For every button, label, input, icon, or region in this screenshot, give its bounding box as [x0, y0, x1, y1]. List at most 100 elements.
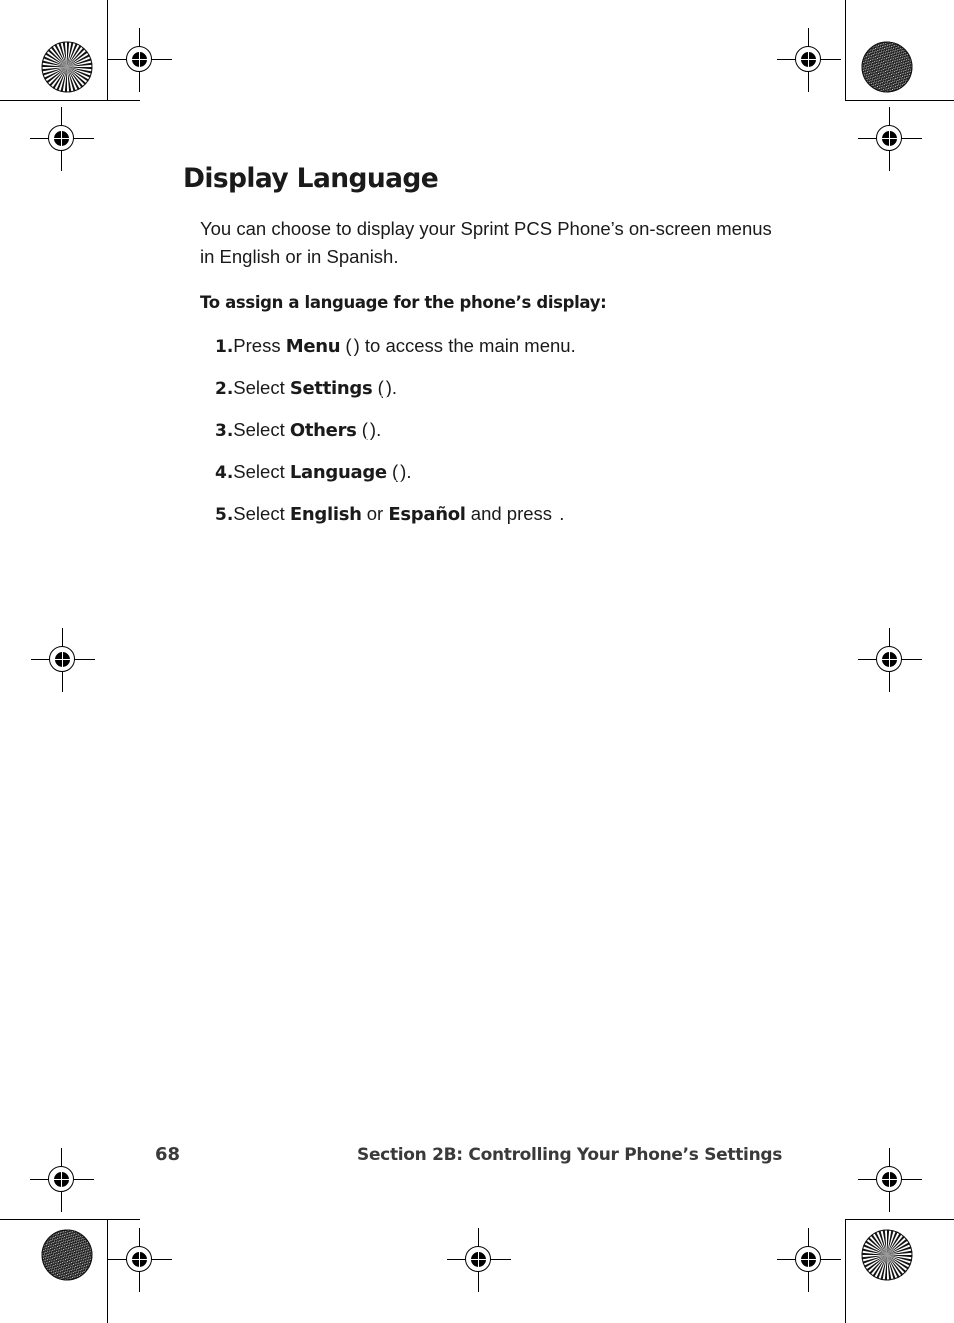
registration-vertical-line [808, 28, 810, 92]
trim-mark-top-right [845, 100, 954, 102]
step-bold-term: Menu [285, 336, 341, 357]
registration-dot [54, 1172, 69, 1187]
registration-horizontal-line [858, 1179, 922, 1181]
registration-dot [801, 1252, 816, 1267]
trim-mark-right-top [845, 0, 847, 100]
trim-mark-bottom-left [0, 1219, 140, 1221]
registration-dot [132, 52, 147, 67]
registration-target-top-left-outer [30, 107, 94, 171]
intro-paragraph: You can choose to display your Sprint PC… [200, 218, 772, 267]
content-column: Display Language You can choose to displ… [183, 163, 793, 550]
registration-vertical-line [139, 28, 141, 92]
registration-vertical-line [889, 107, 891, 171]
registration-dot [471, 1252, 486, 1267]
step-mid: or [361, 503, 389, 524]
registration-ring [126, 1246, 152, 1272]
moire-halftone-target-top-right [861, 41, 913, 93]
trim-mark-top-left [0, 100, 140, 102]
registration-dot [882, 1172, 897, 1187]
printed-page: Display Language You can choose to displ… [0, 0, 954, 1323]
registration-horizontal-line [108, 1259, 172, 1261]
step-mid-secondary: and press [465, 503, 558, 524]
step-suffix: ). [400, 461, 412, 482]
registration-target-bottom-right-inner [777, 1228, 841, 1292]
registration-target-middle-right [858, 628, 922, 692]
step-number: 5. [215, 505, 234, 525]
step-text: Select Settings (7PQRS). [233, 374, 793, 406]
step-bold-term-secondary: Español [388, 504, 466, 525]
registration-horizontal-line [858, 659, 922, 661]
registration-horizontal-line [30, 138, 94, 140]
step-bold-term: Language [289, 462, 387, 483]
registration-vertical-line [478, 1228, 480, 1292]
registration-ring [48, 125, 74, 151]
step-number: 2. [215, 379, 234, 399]
registration-dot [55, 652, 70, 667]
step-prefix: Select [233, 419, 290, 440]
list-item-step-1: 1. Press Menu (MENUOK) to access the mai… [183, 332, 793, 382]
registration-ring [795, 1246, 821, 1272]
step-text: Press Menu (MENUOK) to access the main m… [233, 332, 793, 382]
list-item-step-3: 3. Select Others (8TUV). [183, 416, 793, 448]
procedure-lead-in: To assign a language for the phone’s dis… [200, 293, 607, 312]
step-number: 1. [215, 337, 234, 357]
registration-dot [801, 52, 816, 67]
registration-dot [132, 1252, 147, 1267]
registration-vertical-line [61, 107, 63, 171]
registration-dot [882, 652, 897, 667]
step-text: Select English or Español and press MENU… [233, 500, 793, 550]
registration-horizontal-line [777, 1259, 841, 1261]
step-suffix: ). [369, 419, 382, 440]
registration-dot [882, 131, 897, 146]
resolution-starburst-target-bottom-right [861, 1229, 913, 1281]
step-suffix: ) to access the main menu. [353, 335, 576, 356]
registration-target-bottom-left-inner [108, 1228, 172, 1292]
registration-horizontal-line [30, 1179, 94, 1181]
step-suffix: . [559, 503, 565, 524]
step-prefix: Select [233, 377, 290, 398]
registration-horizontal-line [108, 59, 172, 61]
trim-mark-right-bottom [845, 1219, 847, 1323]
step-number: 4. [215, 463, 234, 483]
registration-vertical-line [808, 1228, 810, 1292]
step-prefix: Press [233, 335, 286, 356]
registration-ring [876, 646, 902, 672]
registration-ring [126, 46, 152, 72]
registration-target-middle-left [31, 628, 95, 692]
registration-vertical-line [889, 628, 891, 692]
registration-vertical-line [62, 628, 64, 692]
step-mid: ( [340, 335, 352, 356]
registration-horizontal-line [858, 138, 922, 140]
page-footer: 68 Section 2B: Controlling Your Phone’s … [0, 1144, 954, 1174]
trim-mark-bottom-right [845, 1219, 954, 1221]
page-title: Display Language [183, 163, 439, 194]
registration-target-bottom-center [447, 1228, 511, 1292]
step-bold-term: English [289, 504, 362, 525]
page-number: 68 [155, 1144, 181, 1165]
registration-horizontal-line [777, 59, 841, 61]
resolution-starburst-target-top-left [41, 41, 93, 93]
step-suffix: ). [385, 377, 398, 398]
step-bold-term: Others [289, 420, 357, 441]
list-item-step-5: 5. Select English or Español and press M… [183, 500, 793, 550]
registration-ring [49, 646, 75, 672]
moire-halftone-target-bottom-left [41, 1229, 93, 1281]
step-text: Select Language (6MNO). [233, 458, 793, 490]
procedure-step-list: 1. Press Menu (MENUOK) to access the mai… [183, 332, 793, 550]
step-prefix: Select [233, 503, 290, 524]
registration-target-top-right-outer [858, 107, 922, 171]
trim-mark-left-bottom [107, 1219, 109, 1323]
registration-vertical-line [139, 1228, 141, 1292]
trim-mark-left-top [107, 0, 109, 100]
registration-ring [876, 125, 902, 151]
step-prefix: Select [233, 461, 290, 482]
step-text: Select Others (8TUV). [233, 416, 793, 448]
registration-ring [465, 1246, 491, 1272]
registration-target-top-right-inner [777, 28, 841, 92]
list-item-step-4: 4. Select Language (6MNO). [183, 458, 793, 490]
registration-ring [795, 46, 821, 72]
registration-horizontal-line [31, 659, 95, 661]
registration-target-top-left-inner [108, 28, 172, 92]
step-number: 3. [215, 421, 234, 441]
list-item-step-2: 2. Select Settings (7PQRS). [183, 374, 793, 406]
